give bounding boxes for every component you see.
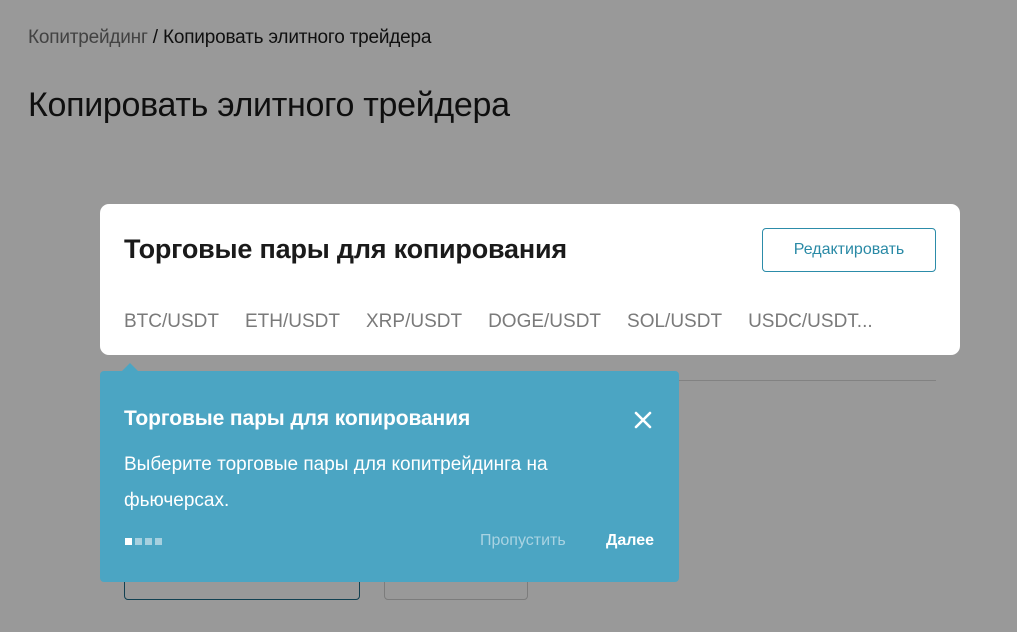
- step-dot-active: [125, 538, 132, 545]
- pair-item: BTC/USDT: [124, 311, 219, 332]
- pair-item: USDC/USDT...: [748, 311, 873, 332]
- tooltip-arrow: [122, 363, 138, 371]
- pair-item: ETH/USDT: [245, 311, 340, 332]
- pairs-list: BTC/USDT ETH/USDT XRP/USDT DOGE/USDT SOL…: [124, 311, 899, 333]
- close-button[interactable]: [630, 407, 656, 433]
- pair-item: SOL/USDT: [627, 311, 723, 332]
- pair-item: XRP/USDT: [366, 311, 463, 332]
- tooltip-title: Торговые пары для копирования: [124, 407, 471, 430]
- tooltip-description: Выберите торговые пары для копитрейдинга…: [124, 454, 548, 511]
- pair-item: DOGE/USDT: [488, 311, 602, 332]
- edit-pairs-button[interactable]: Редактировать: [762, 228, 936, 272]
- step-progress-dots: [125, 538, 162, 545]
- step-dot: [145, 538, 152, 545]
- next-button[interactable]: Далее: [606, 532, 654, 550]
- skip-button[interactable]: Пропустить: [480, 532, 566, 550]
- onboarding-tooltip: Торговые пары для копирования Выберите т…: [100, 363, 679, 582]
- close-icon: [634, 411, 652, 429]
- step-dot: [135, 538, 142, 545]
- step-dot: [155, 538, 162, 545]
- copy-pairs-card: Торговые пары для копирования Редактиров…: [100, 204, 960, 355]
- copy-pairs-card-title: Торговые пары для копирования: [124, 234, 567, 264]
